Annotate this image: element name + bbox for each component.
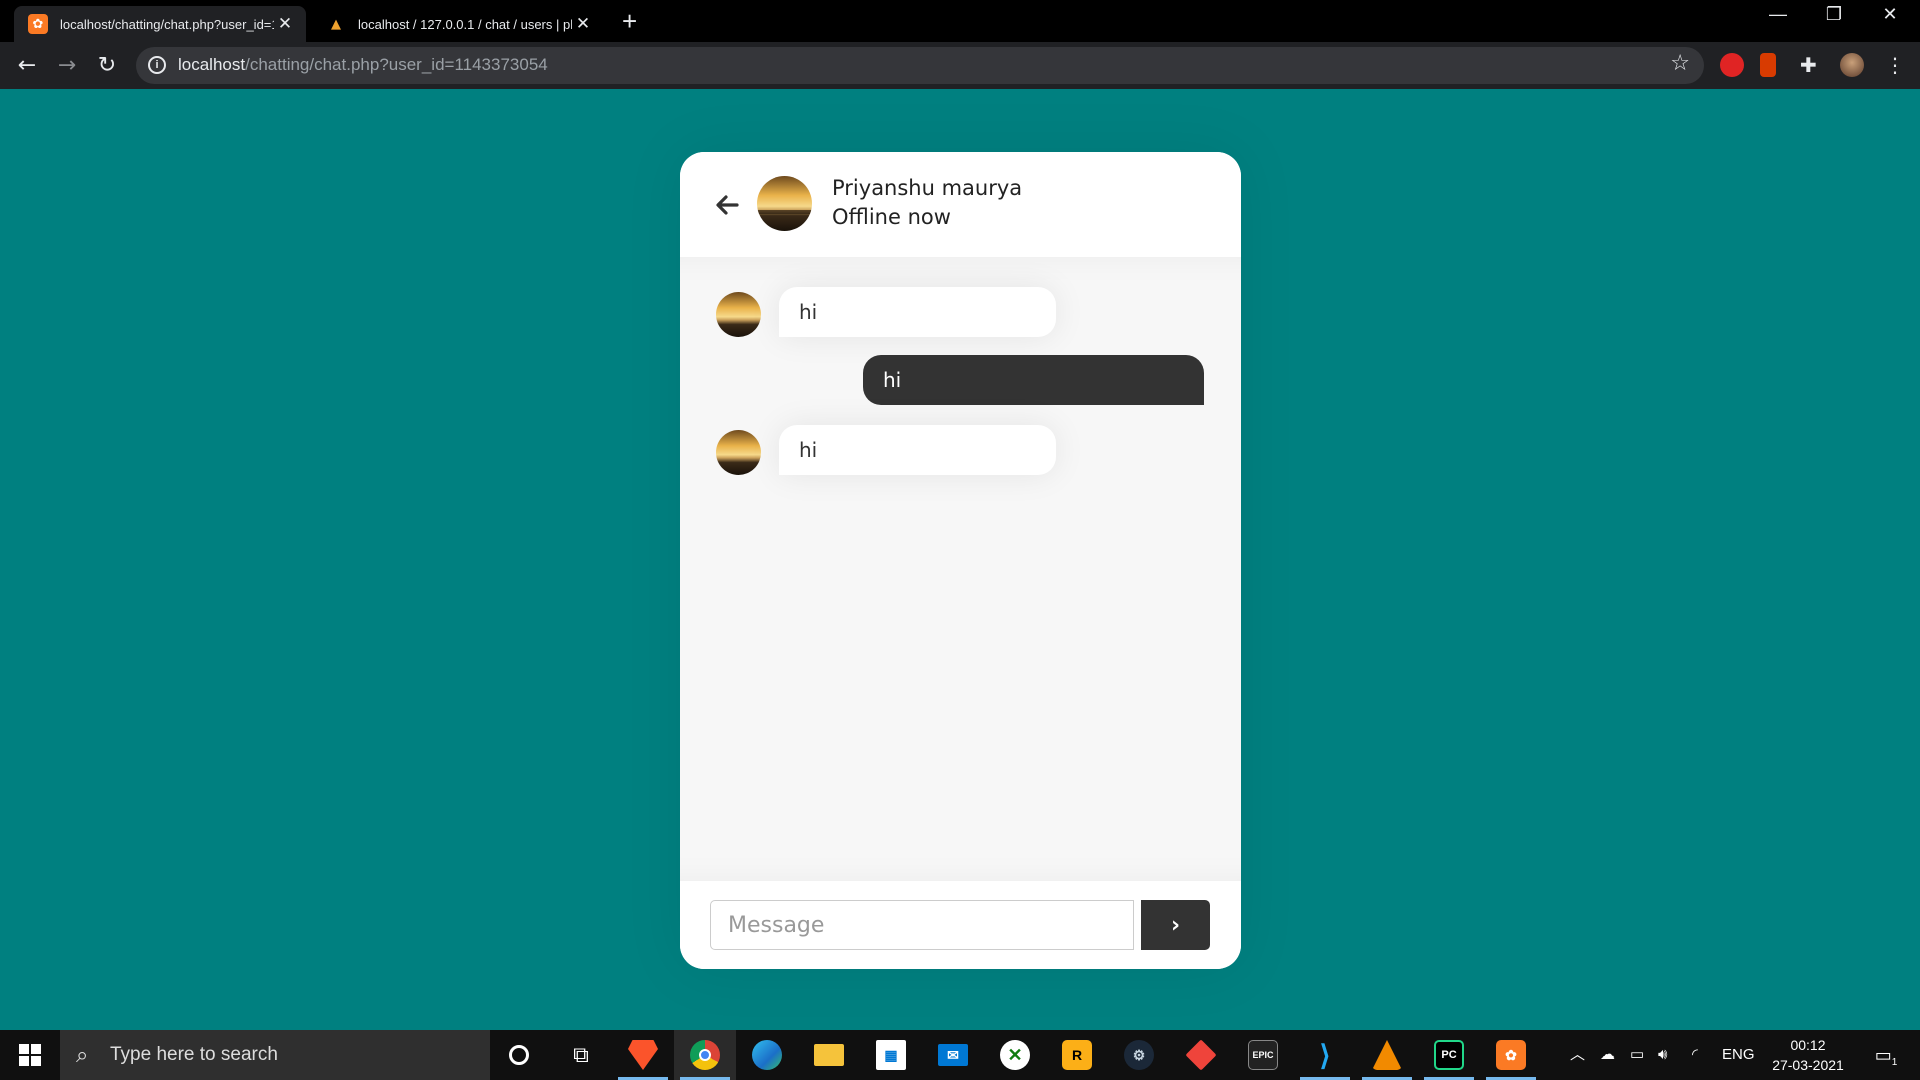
wifi-icon[interactable]: ◜ [1692,1030,1698,1080]
adblock-extension-icon[interactable] [1720,53,1744,77]
anydesk-icon[interactable] [1170,1030,1232,1080]
cortana-icon[interactable] [488,1030,550,1080]
tab-title: localhost / 127.0.0.1 / chat / users | p… [358,16,572,32]
vlc-icon[interactable] [1356,1030,1418,1080]
show-hidden-icons-icon[interactable]: ︿ [1570,1030,1585,1080]
restore-icon[interactable]: ❐ [1814,4,1854,25]
message-bubble: hi [863,355,1204,405]
taskbar-search[interactable]: ⌕ Type here to search [60,1030,490,1080]
profile-avatar-icon[interactable] [1840,53,1864,77]
new-tab-icon[interactable]: + [622,6,637,37]
typing-area: › [680,881,1241,969]
browser-menu-icon[interactable]: ⋮ [1880,50,1910,80]
tab-chat[interactable]: ✿ localhost/chatting/chat.php?user_id=11… [14,6,306,42]
message-input[interactable] [710,900,1134,950]
taskbar-clock[interactable]: 00:12 27-03-2021 [1766,1035,1850,1075]
phpmyadmin-favicon-icon: ▲ [331,16,341,32]
message-bubble: hi [779,425,1056,475]
tab-close-icon[interactable]: ✕ [572,14,594,34]
reload-icon[interactable]: ↻ [92,50,122,80]
search-placeholder: Type here to search [110,1044,278,1065]
tab-close-icon[interactable]: ✕ [274,14,296,34]
close-window-icon[interactable]: ✕ [1870,4,1910,25]
vscode-icon[interactable]: ⟩ [1294,1030,1356,1080]
message-bubble: hi [779,287,1056,337]
xampp-icon[interactable]: ✿ [1480,1030,1542,1080]
mail-icon[interactable]: ✉ [922,1030,984,1080]
extensions-puzzle-icon[interactable]: ✚ [1800,53,1824,77]
contact-status: Offline now [832,205,951,229]
file-explorer-icon[interactable] [798,1030,860,1080]
bookmark-star-icon[interactable]: ☆ [1670,51,1690,76]
chat-messages-area: hi hi hi [680,257,1241,881]
chrome-icon[interactable] [674,1030,736,1080]
steam-icon[interactable]: ⚙ [1108,1030,1170,1080]
volume-icon[interactable]: 🔊︎ [1658,1030,1667,1080]
forward-nav-icon[interactable]: → [52,50,82,80]
contact-name: Priyanshu maurya [832,176,1023,200]
tab-title: localhost/chatting/chat.php?user_id=1143… [60,16,274,32]
pycharm-icon[interactable]: PC [1418,1030,1480,1080]
clock-date: 27-03-2021 [1772,1057,1844,1073]
battery-icon[interactable]: ▭ [1630,1030,1644,1080]
windows-taskbar: ⌕ Type here to search ⧉ ▦ ✉ ✕ R ⚙ EPIC ⟩ [0,1030,1920,1080]
office-extension-icon[interactable] [1760,53,1776,77]
send-button[interactable]: › [1141,900,1210,950]
browser-tab-bar: ✿ localhost/chatting/chat.php?user_id=11… [0,0,1920,42]
notification-count: 1 [1891,1057,1898,1068]
rockstar-icon[interactable]: R [1046,1030,1108,1080]
language-indicator[interactable]: ENG [1722,1030,1755,1080]
minimize-icon[interactable]: — [1758,4,1798,25]
address-bar[interactable]: i localhost/chatting/chat.php?user_id=11… [136,47,1704,84]
brave-icon[interactable] [612,1030,674,1080]
clock-time: 00:12 [1790,1037,1826,1053]
back-arrow-icon[interactable] [712,190,742,220]
store-icon[interactable]: ▦ [860,1030,922,1080]
contact-avatar [757,176,812,231]
search-icon: ⌕ [76,1042,89,1067]
windows-start-icon[interactable] [0,1030,60,1080]
sender-avatar [716,292,761,337]
onedrive-icon[interactable]: ☁ [1600,1030,1615,1080]
chat-header: Priyanshu maurya Offline now [680,152,1241,257]
edge-icon[interactable] [736,1030,798,1080]
xampp-favicon-icon: ✿ [28,14,48,34]
back-nav-icon[interactable]: ← [12,50,42,80]
sender-avatar [716,430,761,475]
browser-toolbar: ← → ↻ i localhost/chatting/chat.php?user… [0,42,1920,89]
xbox-icon[interactable]: ✕ [984,1030,1046,1080]
task-view-icon[interactable]: ⧉ [550,1030,612,1080]
address-url[interactable]: localhost/chatting/chat.php?user_id=1143… [178,55,548,75]
notification-center-icon[interactable]: ▭1 [1866,1030,1906,1080]
tab-phpmyadmin[interactable]: ▲ localhost / 127.0.0.1 / chat / users |… [312,6,604,42]
site-info-icon[interactable]: i [148,56,166,74]
epic-games-icon[interactable]: EPIC [1232,1030,1294,1080]
chat-card: Priyanshu maurya Offline now hi hi hi Me… [680,152,1241,969]
